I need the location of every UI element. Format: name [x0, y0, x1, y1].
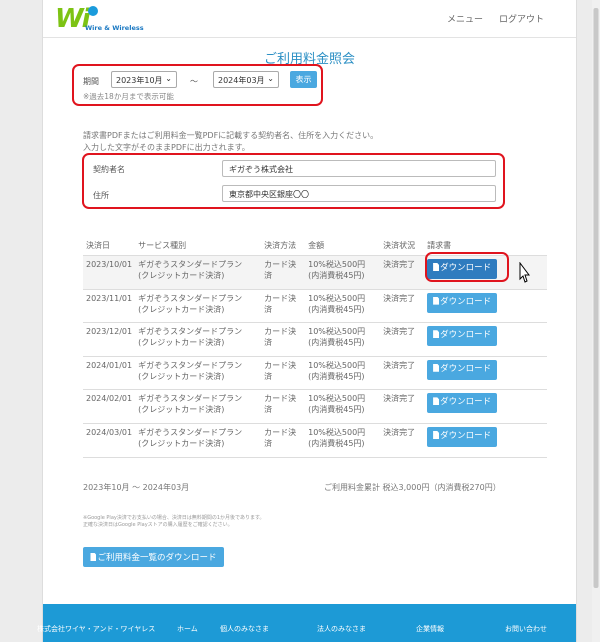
- document-icon: [433, 330, 440, 339]
- cell-status: 決済完了: [380, 356, 425, 391]
- cell-amount: 10%税込500円 (内消費税45円): [305, 356, 381, 391]
- cell-service: ギガぞうスタンダードプラン (クレジットカード決済): [135, 423, 262, 458]
- cell-invoice: ダウンロード: [424, 289, 547, 324]
- invoice-download-button[interactable]: ダウンロード: [427, 393, 498, 414]
- logo-dot-icon: [88, 6, 98, 16]
- list-download-label: ご利用料金一覧のダウンロード: [97, 553, 217, 563]
- col-header-amount: 金額: [305, 236, 381, 256]
- cell-amount: 10%税込500円 (内消費税45円): [305, 423, 381, 458]
- cell-amount: 10%税込500円 (内消費税45円): [305, 255, 381, 290]
- cell-date: 2024/03/01: [83, 423, 136, 458]
- highlight-box-form: [82, 153, 505, 209]
- document-icon: [433, 430, 440, 439]
- cell-method: カード決済: [261, 389, 306, 424]
- document-icon: [90, 553, 97, 561]
- invoice-download-button[interactable]: ダウンロード: [427, 292, 498, 313]
- col-header-date: 決済日: [83, 236, 136, 256]
- cell-method: カード決済: [261, 356, 306, 391]
- logo-subtitle: Wire & Wireless: [85, 24, 144, 32]
- col-header-status: 決済状況: [380, 236, 425, 256]
- footer-link-business[interactable]: 法人のみなさま: [317, 624, 366, 634]
- highlight-box-period: [72, 64, 323, 106]
- fine-print-line-2: 正確な決済日はGoogle Playストアの購入履歴をご確認ください。: [83, 522, 233, 528]
- cell-service: ギガぞうスタンダードプラン (クレジットカード決済): [135, 356, 262, 391]
- invoice-download-label: ダウンロード: [440, 330, 492, 341]
- invoice-download-label: ダウンロード: [440, 296, 492, 307]
- summary-range: 2023年10月 ～ 2024年03月: [83, 483, 190, 492]
- document-icon: [433, 397, 440, 406]
- col-header-method: 決済方法: [261, 236, 306, 256]
- browser-frame: Wi Wire & Wireless メニュー ログアウト ご利用料金照会 期間…: [0, 0, 600, 642]
- instruction-line-2: 入力した文字がそのままPDFに出力されます。: [83, 143, 250, 152]
- cell-date: 2024/02/01: [83, 389, 136, 424]
- scrollbar[interactable]: [592, 0, 600, 642]
- invoice-download-label: ダウンロード: [440, 397, 492, 408]
- cell-date: 2023/12/01: [83, 322, 136, 357]
- table-row: 2024/03/01 ギガぞうスタンダードプラン (クレジットカード決済) カード決済…: [83, 423, 547, 458]
- footer-link-home[interactable]: ホーム: [177, 624, 198, 634]
- highlight-box-download: [425, 252, 509, 282]
- cell-method: カード決済: [261, 289, 306, 324]
- cell-date: 2023/11/01: [83, 289, 136, 324]
- cell-status: 決済完了: [380, 423, 425, 458]
- cell-invoice: ダウンロード: [424, 322, 547, 357]
- col-header-service: サービス種別: [135, 236, 262, 256]
- footer: 株式会社ワイヤ・アンド・ワイヤレス ホーム 個人のみなさま 法人のみなさま 企業…: [37, 604, 576, 642]
- list-download-button[interactable]: ご利用料金一覧のダウンロード: [83, 547, 224, 567]
- cell-service: ギガぞうスタンダードプラン (クレジットカード決済): [135, 289, 262, 324]
- top-bar: Wi Wire & Wireless メニュー ログアウト: [43, 0, 576, 38]
- cell-status: 決済完了: [380, 255, 425, 290]
- invoice-download-button[interactable]: ダウンロード: [427, 359, 498, 380]
- cell-invoice: ダウンロード: [424, 389, 547, 424]
- cell-date: 2024/01/01: [83, 356, 136, 391]
- nav-menu-link[interactable]: メニュー: [447, 12, 483, 25]
- logo-text: Wi: [55, 4, 91, 34]
- footer-company: 株式会社ワイヤ・アンド・ワイヤレス: [37, 625, 156, 633]
- table-row: 2023/11/01 ギガぞうスタンダードプラン (クレジットカード決済) カード決済…: [83, 289, 547, 324]
- cell-service: ギガぞうスタンダードプラン (クレジットカード決済): [135, 389, 262, 424]
- footer-link-personal[interactable]: 個人のみなさま: [220, 624, 269, 634]
- invoice-download-button[interactable]: ダウンロード: [427, 326, 498, 347]
- footer-link-contact[interactable]: お問い合わせ: [505, 624, 547, 634]
- invoice-download-label: ダウンロード: [440, 430, 492, 441]
- cell-amount: 10%税込500円 (内消費税45円): [305, 289, 381, 324]
- table-row: 2023/12/01 ギガぞうスタンダードプラン (クレジットカード決済) カード決済…: [83, 322, 547, 357]
- cell-method: カード決済: [261, 255, 306, 290]
- page: Wi Wire & Wireless メニュー ログアウト ご利用料金照会 期間…: [37, 0, 577, 642]
- cell-amount: 10%税込500円 (内消費税45円): [305, 389, 381, 424]
- cell-service: ギガぞうスタンダードプラン (クレジットカード決済): [135, 322, 262, 357]
- cell-date: 2023/10/01: [83, 255, 136, 290]
- nav-logout-link[interactable]: ログアウト: [499, 12, 544, 25]
- cell-method: カード決済: [261, 423, 306, 458]
- document-icon: [433, 363, 440, 372]
- cell-status: 決済完了: [380, 389, 425, 424]
- cell-invoice: ダウンロード: [424, 423, 547, 458]
- footer-link-company[interactable]: 企業情報: [416, 624, 444, 634]
- summary-total: ご利用料金累計 税込3,000円（内消費税270円）: [324, 483, 501, 492]
- fine-print-line-1: ※Google Play決済でお支払いの場合、決済日は無料期間の1か月後でありま…: [83, 515, 265, 521]
- invoice-download-label: ダウンロード: [440, 363, 492, 374]
- wi2-logo[interactable]: Wi Wire & Wireless: [55, 4, 155, 34]
- cell-status: 決済完了: [380, 322, 425, 357]
- table-row: 2024/01/01 ギガぞうスタンダードプラン (クレジットカード決済) カード決済…: [83, 356, 547, 391]
- cell-invoice: ダウンロード: [424, 356, 547, 391]
- cell-status: 決済完了: [380, 289, 425, 324]
- document-icon: [433, 296, 440, 305]
- cell-amount: 10%税込500円 (内消費税45円): [305, 322, 381, 357]
- instruction-line-1: 請求書PDFまたはご利用料金一覧PDFに記載する契約者名、住所を入力ください。: [83, 131, 379, 140]
- mouse-cursor-icon: [519, 262, 530, 283]
- cell-service: ギガぞうスタンダードプラン (クレジットカード決済): [135, 255, 262, 290]
- cell-method: カード決済: [261, 322, 306, 357]
- table-row: 2024/02/01 ギガぞうスタンダードプラン (クレジットカード決済) カード決済…: [83, 389, 547, 424]
- invoice-download-button[interactable]: ダウンロード: [427, 426, 498, 447]
